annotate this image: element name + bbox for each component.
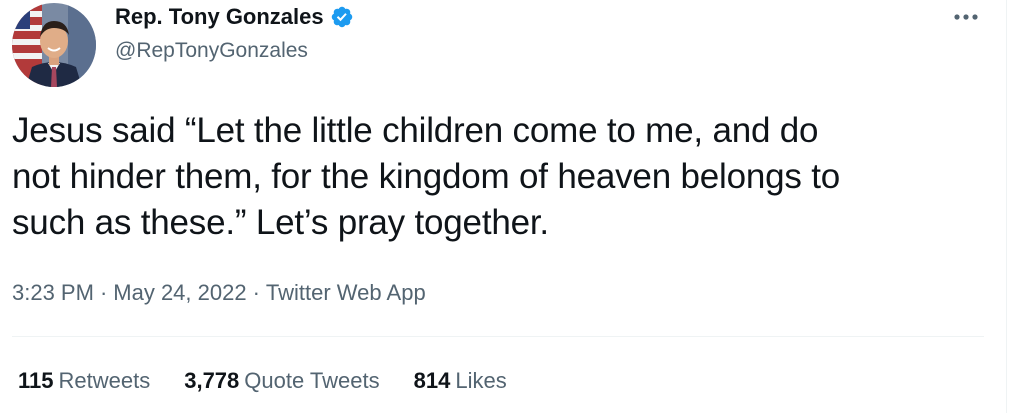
- tweet-source-link[interactable]: Twitter Web App: [266, 280, 426, 305]
- quote-tweets-stat[interactable]: 3,778 Quote Tweets: [184, 366, 379, 396]
- likes-stat[interactable]: 814 Likes: [414, 366, 507, 396]
- retweets-stat[interactable]: 115 Retweets: [18, 366, 150, 396]
- avatar[interactable]: [12, 3, 96, 87]
- tweet-time-link[interactable]: 3:23 PM · May 24, 2022: [12, 280, 247, 305]
- retweets-label: Retweets: [58, 368, 151, 393]
- likes-count: 814: [413, 368, 451, 393]
- card-border: [1006, 0, 1007, 413]
- retweets-count: 115: [18, 368, 54, 393]
- more-options-icon: [954, 14, 978, 20]
- quote-tweets-label: Quote Tweets: [244, 368, 380, 393]
- tweet-time: 3:23 PM: [12, 280, 94, 305]
- tweet-stats: 115 Retweets 3,778 Quote Tweets 814 Likes: [18, 366, 541, 396]
- divider: [12, 336, 984, 337]
- tweet-card: Rep. Tony Gonzales @RepTonyGonzales Jesu…: [0, 0, 1022, 413]
- meta-separator: ·: [252, 280, 260, 305]
- quote-tweets-count: 3,778: [184, 368, 240, 393]
- profile-photo-icon: [12, 3, 96, 87]
- more-options-button[interactable]: [948, 2, 984, 32]
- tweet-meta: 3:23 PM · May 24, 2022 · Twitter Web App: [12, 278, 426, 308]
- author-display-name[interactable]: Rep. Tony Gonzales: [115, 4, 324, 30]
- meta-separator: ·: [99, 280, 108, 305]
- tweet-date: May 24, 2022: [113, 280, 247, 305]
- author-handle[interactable]: @RepTonyGonzales: [115, 38, 308, 64]
- verified-badge-icon: [330, 5, 354, 29]
- tweet-text: Jesus said “Let the little children come…: [12, 111, 840, 242]
- author-name-row[interactable]: Rep. Tony Gonzales: [115, 4, 354, 30]
- likes-label: Likes: [455, 368, 507, 393]
